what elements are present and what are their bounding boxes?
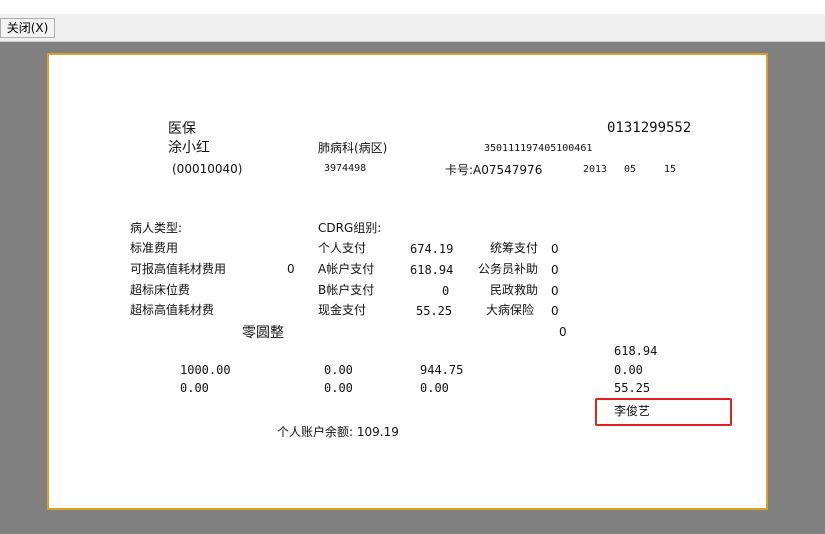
account-balance: 个人账户余额: 109.19 <box>277 425 399 439</box>
label-civil-relief: 民政救助 <box>490 283 539 297</box>
date-year: 2013 <box>583 164 608 175</box>
value-personal-payment: 674.19 <box>410 242 454 256</box>
row1-col2: 0.00 <box>324 363 353 377</box>
row1-col3: 944.75 <box>420 363 464 377</box>
amount-in-words: 零圆整 <box>242 325 284 341</box>
amount-zero: 0 <box>559 325 567 339</box>
patient-code: (00010040) <box>172 162 243 176</box>
row2-col3: 0.00 <box>420 381 449 395</box>
value-cash-payment: 55.25 <box>416 304 453 318</box>
label-pooled-payment: 统筹支付 <box>490 241 539 255</box>
date-month: 05 <box>624 164 637 175</box>
row1-col4: 0.00 <box>614 363 643 377</box>
value-major-illness: 0 <box>551 304 559 318</box>
label-over-bed-fee: 超标床位费 <box>130 283 191 297</box>
label-civil-servant-subsidy: 公务员补助 <box>478 262 539 276</box>
admission-number: 3974498 <box>324 163 367 174</box>
label-over-materials: 超标高值耗材费 <box>130 303 215 317</box>
right-column-value: 618.94 <box>614 344 658 358</box>
card-number: 卡号:A07547976 <box>445 163 543 177</box>
value-account-a: 618.94 <box>410 263 454 277</box>
operator-name: 李俊艺 <box>614 404 651 418</box>
row2-col4: 55.25 <box>614 381 651 395</box>
value-civil-relief: 0 <box>551 284 559 298</box>
label-major-illness: 大病保险 <box>486 303 535 317</box>
value-civil-servant-subsidy: 0 <box>551 263 559 277</box>
value-pooled-payment: 0 <box>551 242 559 256</box>
row1-col1: 1000.00 <box>180 363 231 377</box>
department: 肺病科(病区) <box>318 141 388 155</box>
receipt-number: 0131299552 <box>607 120 692 136</box>
label-personal-payment: 个人支付 <box>318 241 367 255</box>
label-cash-payment: 现金支付 <box>318 303 367 317</box>
row2-col2: 0.00 <box>324 381 353 395</box>
toolbar: 关闭(X) <box>0 14 825 42</box>
title-strip <box>0 0 825 14</box>
date-day: 15 <box>664 164 677 175</box>
label-reimbursable-materials: 可报高值耗材费用 <box>130 262 227 276</box>
insurance-type: 医保 <box>168 121 196 137</box>
close-button[interactable]: 关闭(X) <box>0 18 55 38</box>
id-number: 350111197405100461 <box>484 143 593 154</box>
label-cdrg-group: CDRG组别: <box>318 221 382 235</box>
row2-col1: 0.00 <box>180 381 209 395</box>
label-account-a: A帐户支付 <box>318 262 375 276</box>
label-account-b: B帐户支付 <box>318 283 375 297</box>
value-account-b: 0 <box>442 284 450 298</box>
label-standard-fee: 标准费用 <box>130 241 179 255</box>
value-reimbursable-materials: 0 <box>287 262 295 276</box>
label-patient-type: 病人类型: <box>130 221 183 235</box>
patient-name: 涂小红 <box>168 140 210 156</box>
